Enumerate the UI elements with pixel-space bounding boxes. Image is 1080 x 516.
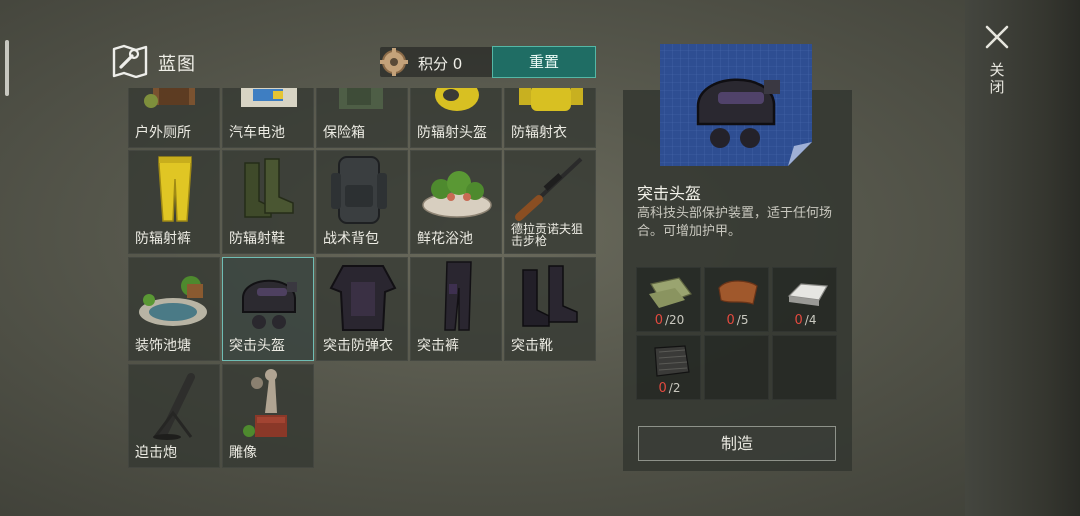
item-name: 防辐射衣 [511,125,567,141]
hazmat-suit-icon [519,88,583,111]
material-need-count: /20 [664,313,685,327]
blueprint-item-outhouse[interactable]: 户外厕所 [128,88,220,148]
item-name: 德拉贡诺夫狙击步枪 [511,222,584,248]
item-name: 汽车电池 [229,125,285,141]
safe-icon [339,88,383,109]
tactical-backpack-icon [331,156,387,224]
item-name: 防辐射头盔 [417,125,487,141]
material-slot[interactable]: 0/5 [704,267,769,332]
material-need-count: /4 [804,313,817,327]
close-icon[interactable] [982,22,1012,52]
cloth-icon [649,277,692,308]
blueprint-item-assault-vest[interactable]: 突击防弹衣 [316,257,408,361]
material-have-count: 0 [654,313,663,328]
blueprint-icon [112,44,148,78]
blueprint-item-pond[interactable]: 装饰池塘 [128,257,220,361]
blueprint-item-tactical-backpack[interactable]: 战术背包 [316,150,408,254]
assault-boots-icon [522,265,578,327]
item-name: 鲜花浴池 [417,231,473,247]
pond-icon [139,276,207,326]
craft-button[interactable]: 制造 [638,426,836,461]
sniper-rifle-icon [515,157,583,221]
reset-button[interactable]: 重置 [492,46,596,78]
blueprint-item-car-battery[interactable]: 汽车电池 [222,88,314,148]
item-name: 保险箱 [323,125,365,141]
item-name: 雕像 [229,445,257,461]
blueprint-item-safe[interactable]: 保险箱 [316,88,408,148]
blueprint-item-hazmat-suit[interactable]: 防辐射衣 [504,88,596,148]
flower-bath-icon [422,171,492,218]
material-slot[interactable]: 0/2 [636,335,701,400]
material-slot-empty [704,335,769,400]
blueprint-item-mortar[interactable]: 迫击炮 [128,364,220,468]
statue-icon [243,369,287,437]
blueprint-item-assault-helmet[interactable]: 突击头盔 [222,257,314,361]
blueprint-item-hazmat-pants[interactable]: 防辐射裤 [128,150,220,254]
close-label[interactable]: 关闭 [987,62,1007,96]
side-panel-shade [965,0,1080,516]
points-gear-icon [380,48,408,76]
assault-vest-icon [329,265,397,331]
assault-helmet-icon [242,279,297,329]
item-name: 装饰池塘 [135,338,191,354]
kevlar-sheet-icon [654,345,690,377]
rubber-boots-icon [244,158,294,218]
outhouse-icon [144,88,195,108]
blueprint-item-hazmat-helmet[interactable]: 防辐射头盔 [410,88,502,148]
item-title: 突击头盔 [637,184,702,203]
points-display: 积分 0 [380,47,494,77]
item-name: 战术背包 [323,231,379,247]
leather-icon [718,280,758,305]
item-name: 突击靴 [511,338,553,354]
scroll-indicator [5,40,9,96]
item-name: 防辐射鞋 [229,231,285,247]
material-slot-empty [772,335,837,400]
material-slot[interactable]: 0/20 [636,267,701,332]
material-slot[interactable]: 0/4 [772,267,837,332]
item-name: 突击头盔 [229,338,285,354]
metal-ingot-icon [787,283,828,306]
hazmat-helmet-icon [435,88,479,111]
item-name: 防辐射裤 [135,231,191,247]
blueprint-item-sniper-rifle[interactable]: 德拉贡诺夫狙击步枪 [504,150,596,254]
item-name: 户外厕所 [135,125,191,141]
material-have-count: 0 [658,381,667,396]
car-battery-icon [241,88,297,107]
item-description: 高科技头部保护装置，适于任何场合。可增加护甲。 [637,206,833,239]
item-name: 突击防弹衣 [323,338,393,354]
blueprint-item-statue[interactable]: 雕像 [222,364,314,468]
points-label: 积分 0 [418,55,463,73]
material-have-count: 0 [726,313,735,328]
blueprint-grid: 户外厕所 汽车电池 保险箱 防辐射头盔 防辐射衣 防辐射裤 防辐射鞋 战术背包 … [128,88,598,473]
item-name: 突击裤 [417,338,459,354]
material-need-count: /2 [668,381,681,395]
material-have-count: 0 [794,313,803,328]
blueprint-card-image [660,44,812,166]
assault-pants-icon [444,261,472,331]
hazmat-pants-icon [158,156,192,222]
blueprint-item-assault-pants[interactable]: 突击裤 [410,257,502,361]
mortar-icon [153,373,195,440]
blueprint-item-flower-bath[interactable]: 鲜花浴池 [410,150,502,254]
blueprint-item-rubber-boots[interactable]: 防辐射鞋 [222,150,314,254]
item-name: 迫击炮 [135,445,177,461]
page-title: 蓝图 [158,54,196,75]
material-need-count: /5 [736,313,749,327]
blueprint-item-assault-boots[interactable]: 突击靴 [504,257,596,361]
